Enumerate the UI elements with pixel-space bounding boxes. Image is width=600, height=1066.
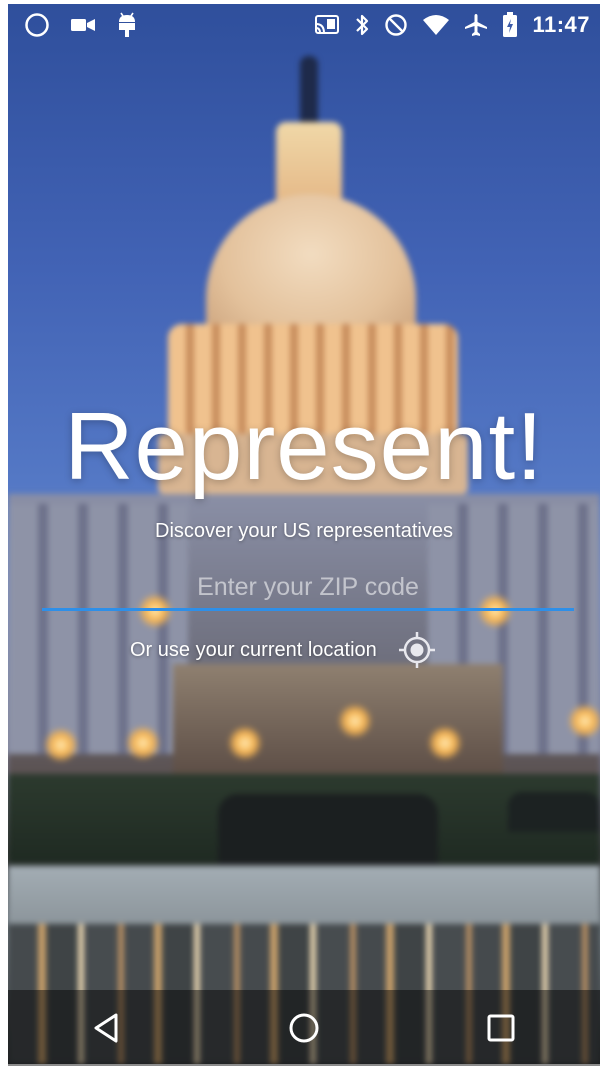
back-icon[interactable] xyxy=(72,998,142,1058)
android-debug-icon xyxy=(116,12,138,38)
crosshair-location-icon[interactable] xyxy=(397,630,437,670)
status-bar: 11:47 xyxy=(8,4,600,48)
recents-icon[interactable] xyxy=(466,998,536,1058)
clock-time: 11:47 xyxy=(532,12,590,37)
current-location-row[interactable]: Or use your current location xyxy=(130,630,437,670)
do-not-disturb-icon xyxy=(384,13,408,37)
current-location-label[interactable]: Or use your current location xyxy=(130,639,377,662)
wifi-icon xyxy=(422,14,450,36)
battery-charging-icon xyxy=(502,12,518,38)
app-title: Represent! xyxy=(64,393,544,500)
home-icon[interactable] xyxy=(269,998,339,1058)
video-camera-icon xyxy=(70,16,96,34)
navigation-bar xyxy=(8,990,600,1066)
bluetooth-icon xyxy=(354,13,370,37)
app-subtitle: Discover your US representatives xyxy=(155,520,453,542)
airplane-mode-icon xyxy=(464,13,488,37)
cast-icon xyxy=(314,14,340,36)
circle-notification-icon xyxy=(24,12,50,38)
zip-code-input[interactable] xyxy=(42,566,574,611)
